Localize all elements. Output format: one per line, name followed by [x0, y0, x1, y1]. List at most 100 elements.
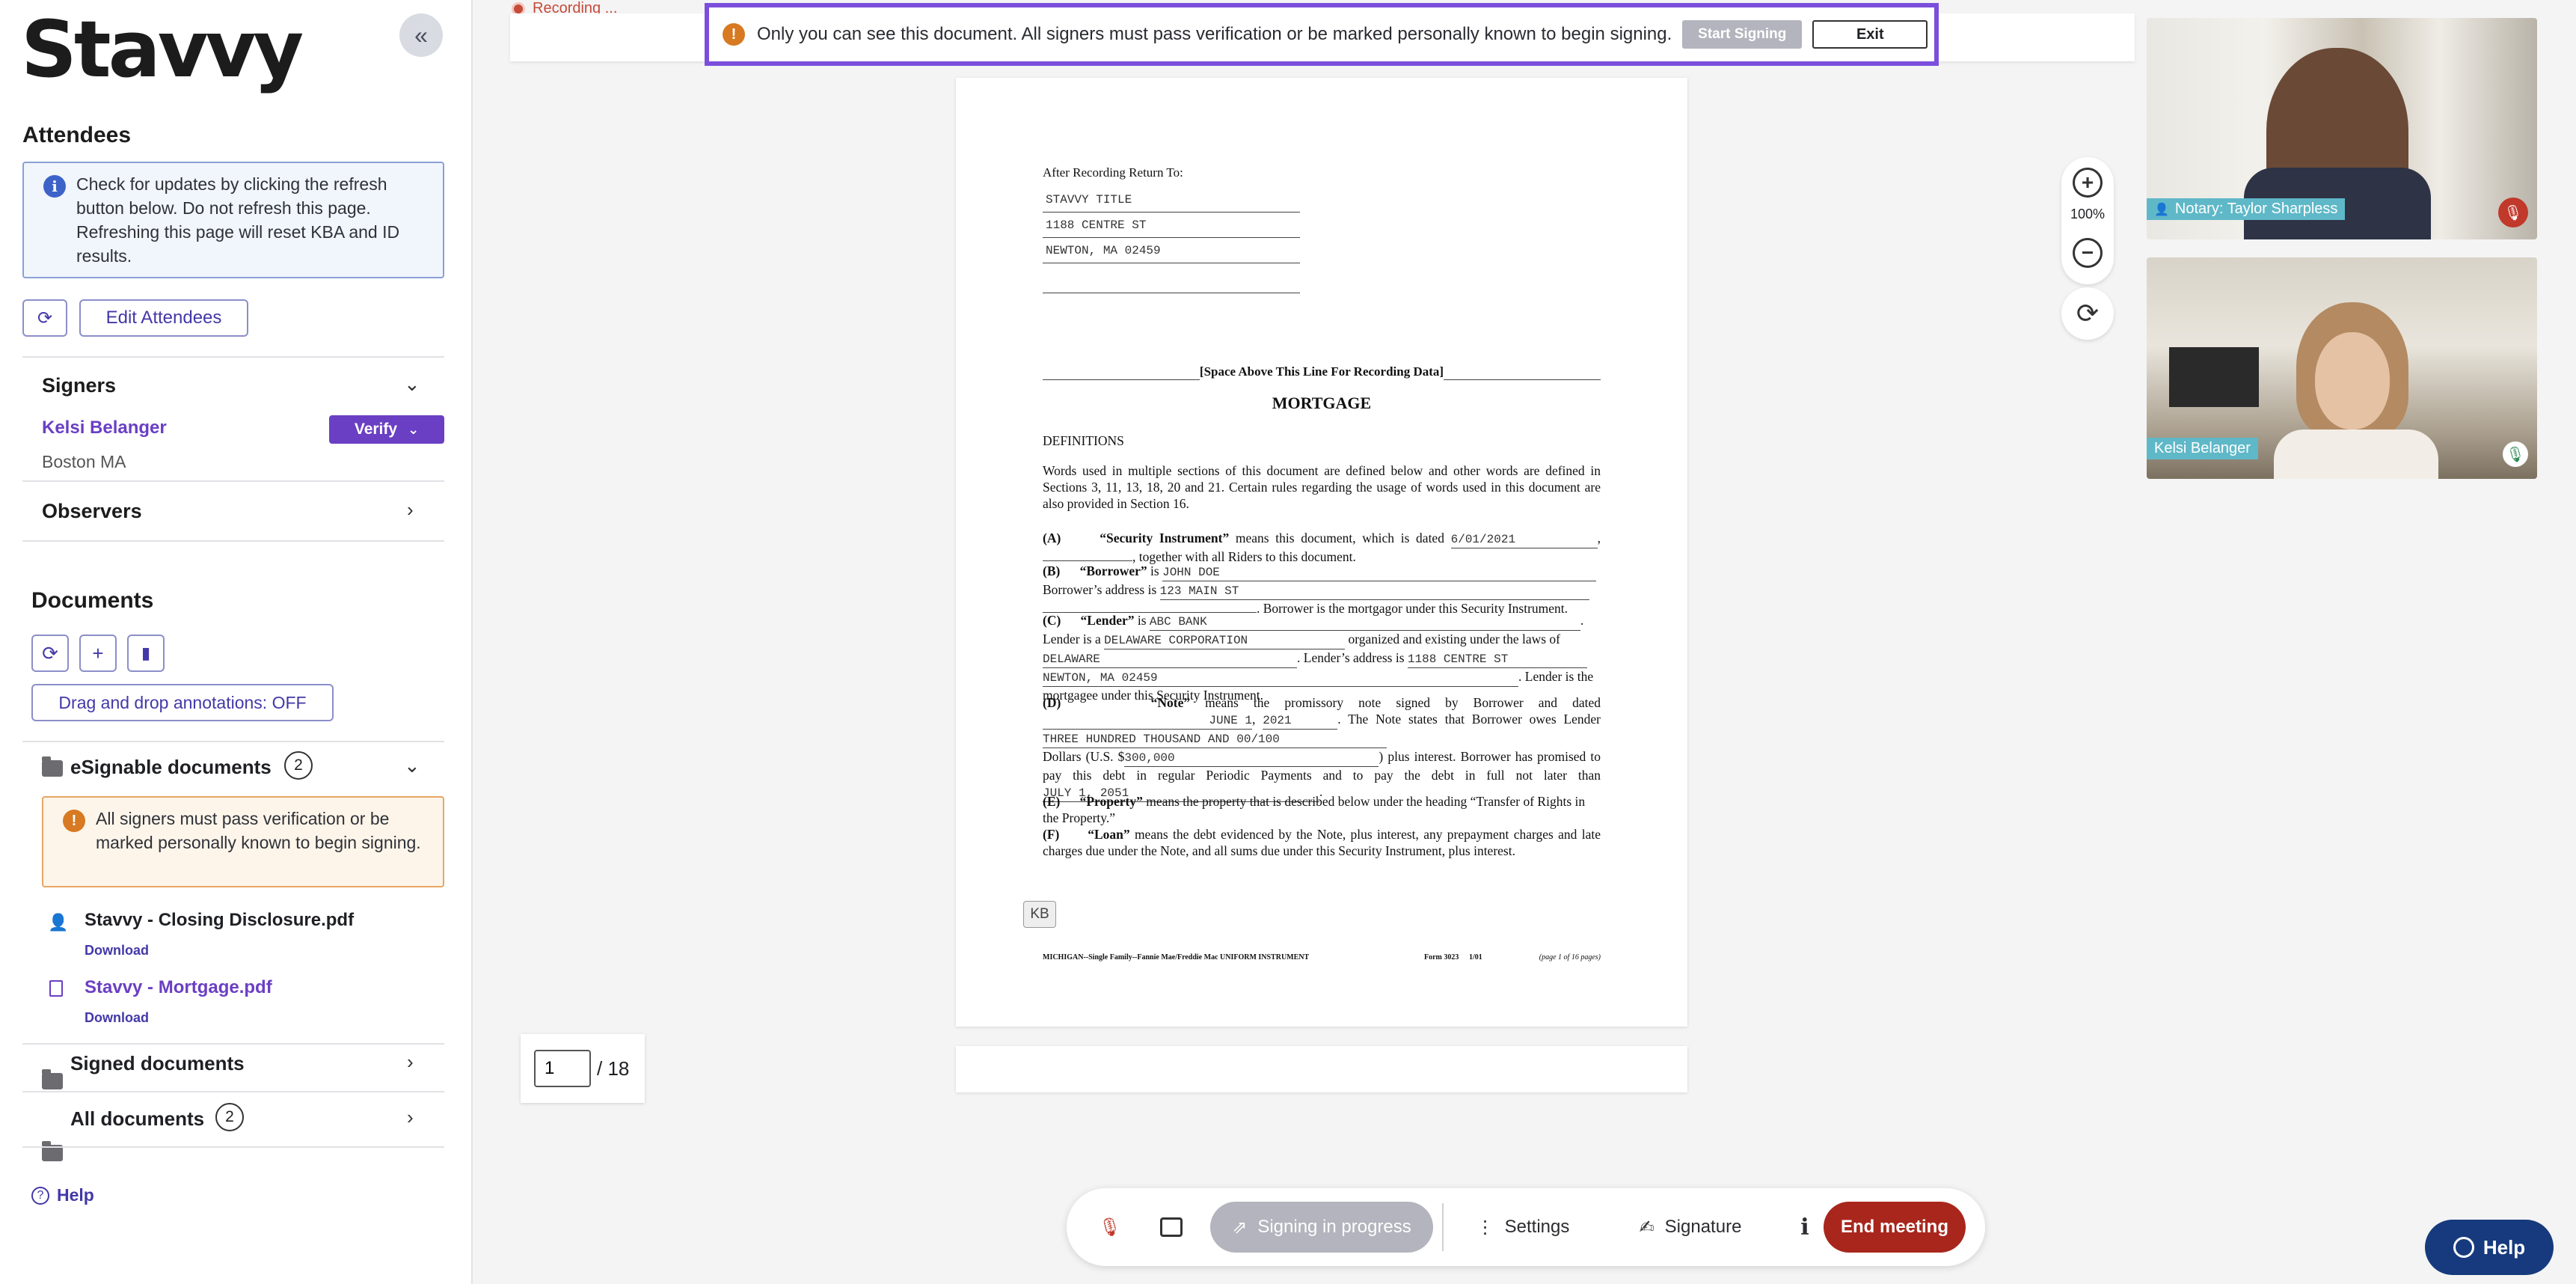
signing-label: Signing in progress [1257, 1217, 1411, 1237]
refresh-icon: ⟳ [42, 641, 58, 664]
participant-face [2315, 332, 2390, 429]
definitions-intro: Words used in multiple sections of this … [1043, 463, 1601, 511]
double-chevron-left-icon: « [414, 21, 428, 49]
banner-message: Only you can see this document. All sign… [757, 24, 1672, 44]
page-number-input[interactable] [534, 1050, 591, 1087]
mic-on-icon[interactable]: 🎙 [2503, 441, 2528, 467]
rotate-refresh-button[interactable]: ⟳ [2061, 287, 2114, 340]
folder-icon [42, 1069, 63, 1089]
signers-heading[interactable]: Signers [42, 374, 116, 397]
footer-page: (page 1 of 16 pages) [1539, 953, 1601, 962]
mute-toggle-button[interactable]: 🎙 [1085, 1202, 1135, 1253]
chevron-down-icon[interactable]: ⌄ [404, 373, 420, 396]
definition-e: (E) “Property” means the property that i… [1043, 794, 1586, 825]
screenshot-icon [1160, 1217, 1183, 1237]
zoom-in-button[interactable]: + [2073, 168, 2103, 198]
divider [22, 540, 444, 542]
definition-f: (F) “Loan” means the debt evidenced by t… [1043, 827, 1601, 858]
documents-heading: Documents [31, 588, 154, 613]
chevron-down-icon[interactable]: ⌄ [404, 754, 420, 777]
background-tv [2169, 347, 2259, 407]
document-icon [49, 980, 63, 997]
verify-button[interactable]: Verify ⌄ [329, 415, 444, 444]
definition-b: (B) “Borrower” is JOHN DOE Borrower’s ad… [1043, 563, 1601, 617]
camera-button[interactable] [1146, 1202, 1197, 1253]
settings-button[interactable]: ⋮ Settings [1453, 1202, 1593, 1253]
signing-in-progress-button[interactable]: ⇗ Signing in progress [1210, 1202, 1433, 1253]
signed-documents-heading[interactable]: Signed documents [70, 1052, 245, 1075]
note-date-year: 2021 [1263, 712, 1338, 730]
document-name-active[interactable]: Stavvy - Mortgage.pdf [85, 977, 272, 998]
recording-space-line: [Space Above This Line For Recording Dat… [1043, 364, 1601, 380]
signer-video-tile: Kelsi Belanger 🎙 [2147, 257, 2537, 479]
info-button[interactable]: i [1783, 1202, 1827, 1253]
signature-label: Signature [1664, 1217, 1742, 1237]
lender-name: ABC BANK [1149, 614, 1580, 631]
download-link[interactable]: Download [85, 1010, 149, 1026]
warning-icon: ! [63, 810, 85, 832]
signature-button[interactable]: ✍ Signature [1601, 1202, 1780, 1253]
document-name[interactable]: Stavvy - Closing Disclosure.pdf [85, 910, 354, 931]
kebab-menu-icon: ⋮ [1476, 1217, 1494, 1238]
divider [22, 741, 444, 742]
upload-document-button[interactable]: ▮ [127, 635, 165, 672]
download-link[interactable]: Download [85, 943, 149, 959]
end-meeting-button[interactable]: End meeting [1824, 1202, 1966, 1253]
start-signing-button[interactable]: Start Signing [1682, 20, 1803, 49]
file-icon: ▮ [141, 643, 151, 662]
help-fab-label: Help [2483, 1235, 2526, 1259]
esignable-documents-heading[interactable]: eSignable documents [70, 756, 272, 779]
lender-state: DELAWARE [1043, 651, 1297, 668]
collapse-sidebar-button[interactable]: « [399, 13, 443, 57]
edit-attendees-button[interactable]: Edit Attendees [79, 299, 248, 337]
refresh-documents-button[interactable]: ⟳ [31, 635, 69, 672]
chevron-right-icon[interactable]: › [407, 1106, 414, 1129]
return-to-label: After Recording Return To: [1043, 165, 1183, 180]
settings-label: Settings [1504, 1217, 1570, 1237]
notary-label-text: Notary: Taylor Sharpless [2174, 201, 2338, 217]
document-page: After Recording Return To: STAVVY TITLE … [956, 78, 1687, 1027]
borrower-name: JOHN DOE [1162, 564, 1597, 581]
question-circle-icon: ? [31, 1186, 49, 1205]
page-total: / 18 [597, 1057, 630, 1080]
note-amount: 300,000 [1124, 750, 1379, 767]
help-link[interactable]: ? Help [31, 1185, 94, 1205]
plus-icon: + [92, 641, 104, 664]
mic-muted-icon[interactable]: 🎙 [2498, 198, 2528, 227]
signature-icon: ✍ [1639, 1217, 1655, 1238]
drag-drop-annotations-toggle[interactable]: Drag and drop annotations: OFF [31, 684, 334, 721]
minus-icon: − [2081, 241, 2094, 264]
chevron-right-icon[interactable]: › [407, 498, 414, 522]
person-icon: 👤 [2154, 203, 2169, 216]
verification-warning-text: All signers must pass verification or be… [96, 809, 421, 852]
refresh-icon: ⟳ [37, 308, 53, 328]
add-document-button[interactable]: + [79, 635, 117, 672]
note-date-month: JUNE 1 [1043, 712, 1252, 730]
mic-off-icon: 🎙 [1098, 1217, 1122, 1238]
folder-icon [42, 756, 63, 777]
space-above-text: [Space Above This Line For Recording Dat… [1199, 364, 1444, 379]
help-chat-button[interactable]: Help [2425, 1220, 2554, 1275]
person-icon: 👤 [48, 913, 69, 932]
lender-city: NEWTON, MA 02459 [1043, 670, 1518, 687]
meeting-toolbar: 🎙 ⇗ Signing in progress ⋮ Settings ✍ Sig… [1067, 1188, 1985, 1266]
signer-location: Boston MA [42, 452, 126, 471]
zoom-out-button[interactable]: − [2073, 238, 2103, 268]
participant-shoulders [2274, 429, 2438, 479]
toolbar-divider [1442, 1203, 1444, 1251]
note-amount-words: THREE HUNDRED THOUSAND AND 00/100 [1043, 731, 1387, 748]
initials-annotation[interactable]: KB [1023, 901, 1056, 928]
exit-button[interactable]: Exit [1812, 20, 1928, 49]
refresh-icon: ⟳ [2076, 298, 2100, 328]
notary-video-tile: 👤 Notary: Taylor Sharpless 🎙 [2147, 18, 2537, 239]
all-documents-heading[interactable]: All documents [70, 1107, 204, 1131]
address-line: NEWTON, MA 02459 [1043, 244, 1300, 263]
refresh-attendees-button[interactable]: ⟳ [22, 299, 67, 337]
signer-name[interactable]: Kelsi Belanger [42, 418, 167, 438]
zoom-level: 100% [2070, 207, 2106, 221]
plus-icon: + [2081, 171, 2094, 194]
definition-c: (C) “Lender” is ABC BANK. Lender is a DE… [1043, 613, 1594, 703]
sidebar: Stavvy « Attendees i Check for updates b… [0, 0, 473, 1284]
observers-heading[interactable]: Observers [42, 500, 142, 523]
chevron-right-icon[interactable]: › [407, 1051, 414, 1074]
